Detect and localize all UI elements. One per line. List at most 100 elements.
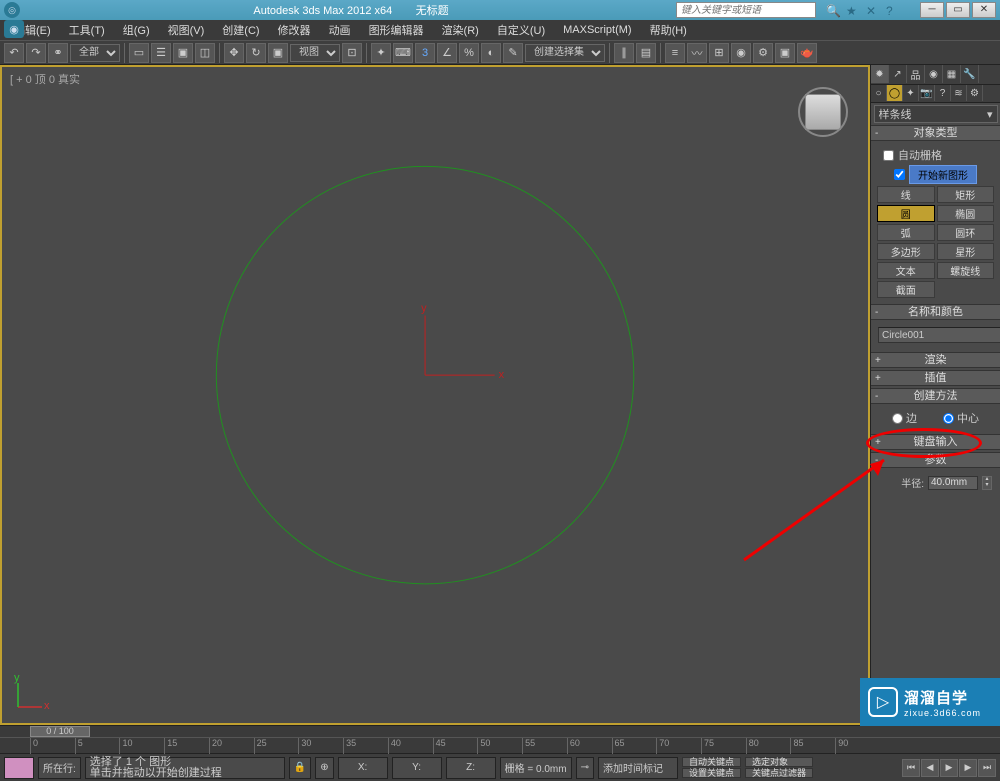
schematic-button[interactable]: ⊞ — [709, 43, 729, 63]
btn-section[interactable]: 截面 — [877, 281, 935, 298]
named-selection-dropdown[interactable]: 创建选择集 — [525, 44, 605, 62]
sub-icon[interactable]: ★ — [846, 4, 858, 16]
application-menu-button[interactable]: ◉ — [4, 20, 24, 38]
selection-filter-dropdown[interactable]: 全部 — [70, 44, 120, 62]
spinner-snap-button[interactable]: ◐ — [481, 43, 501, 63]
render-setup-button[interactable]: ⚙ — [753, 43, 773, 63]
menu-graph-editors[interactable]: 图形编辑器 — [361, 20, 432, 40]
render-button[interactable]: 🫖 — [797, 43, 817, 63]
track-bar[interactable]: 051015202530354045505560657075808590 — [0, 737, 1000, 753]
autokey-button[interactable]: 自动关键点 — [682, 757, 741, 767]
radio-edge[interactable] — [892, 413, 903, 424]
rollout-creation-method[interactable]: -创建方法 — [871, 388, 1000, 404]
edit-named-sel-button[interactable]: ✎ — [503, 43, 523, 63]
select-region-button[interactable]: ▣ — [173, 43, 193, 63]
menu-rendering[interactable]: 渲染(R) — [434, 20, 487, 40]
help-search-input[interactable] — [676, 2, 816, 18]
rollout-name-color[interactable]: -名称和颜色 — [871, 304, 1000, 320]
percent-snap-button[interactable]: % — [459, 43, 479, 63]
menu-create[interactable]: 创建(C) — [214, 20, 267, 40]
rollout-interpolation[interactable]: +插值 — [871, 370, 1000, 386]
window-crossing-button[interactable]: ◫ — [195, 43, 215, 63]
menu-views[interactable]: 视图(V) — [160, 20, 213, 40]
menu-animation[interactable]: 动画 — [321, 20, 359, 40]
layers-button[interactable]: ≡ — [665, 43, 685, 63]
curve-editor-button[interactable]: 〰 — [687, 43, 707, 63]
tab-display[interactable]: ▦ — [943, 65, 961, 83]
time-slider[interactable]: 0 / 100 — [0, 725, 1000, 737]
rendered-frame-button[interactable]: ▣ — [775, 43, 795, 63]
btn-circle[interactable]: 圆 — [877, 205, 935, 222]
menu-maxscript[interactable]: MAXScript(M) — [555, 22, 639, 38]
cat-cameras[interactable]: 📷 — [919, 85, 935, 101]
menu-help[interactable]: 帮助(H) — [642, 20, 695, 40]
time-slider-thumb[interactable]: 0 / 100 — [30, 726, 90, 737]
pivot-button[interactable]: ⊡ — [342, 43, 362, 63]
angle-snap-button[interactable]: ∠ — [437, 43, 457, 63]
radius-spinner[interactable]: ▴▾ — [982, 476, 992, 490]
rollout-render[interactable]: +渲染 — [871, 352, 1000, 368]
key-filters-sel[interactable]: 选定对象 — [745, 757, 813, 767]
manipulate-button[interactable]: ✦ — [371, 43, 391, 63]
select-name-button[interactable]: ☰ — [151, 43, 171, 63]
tab-hierarchy[interactable]: 品 — [907, 65, 925, 83]
start-new-shape-checkbox[interactable] — [894, 169, 905, 180]
subcategory-dropdown[interactable]: 样条线 ▾ — [874, 105, 998, 123]
align-button[interactable]: ▤ — [636, 43, 656, 63]
close-button[interactable]: ✕ — [972, 2, 996, 18]
viewport-label[interactable]: [ + 0 顶 0 真实 — [10, 71, 80, 87]
btn-star[interactable]: 星形 — [937, 243, 995, 260]
cat-lights[interactable]: ✦ — [903, 85, 919, 101]
tab-create[interactable]: ✹ — [871, 65, 889, 83]
radius-input[interactable] — [928, 476, 978, 490]
menu-modifiers[interactable]: 修改器 — [270, 20, 319, 40]
tab-modify[interactable]: ↗ — [889, 65, 907, 83]
btn-ellipse[interactable]: 椭圆 — [937, 205, 995, 222]
object-name-input[interactable] — [878, 327, 1000, 343]
btn-text[interactable]: 文本 — [877, 262, 935, 279]
cat-geometry[interactable]: ○ — [871, 85, 887, 101]
rollout-parameters[interactable]: -参数 — [871, 452, 1000, 468]
exchange-icon[interactable]: ✕ — [866, 4, 878, 16]
btn-ngon[interactable]: 多边形 — [877, 243, 935, 260]
key-filters-button[interactable]: 关键点过滤器 — [745, 768, 813, 778]
setkey-button[interactable]: 设置关键点 — [682, 768, 741, 778]
radio-edge-label[interactable]: 边 — [892, 410, 917, 426]
cat-spacewarps[interactable]: ≋ — [951, 85, 967, 101]
rollout-object-type[interactable]: -对象类型 — [871, 125, 1000, 141]
undo-button[interactable]: ↶ — [4, 43, 24, 63]
tab-utilities[interactable]: 🔧 — [961, 65, 979, 83]
cat-systems[interactable]: ⚙ — [967, 85, 983, 101]
rotate-button[interactable]: ↻ — [246, 43, 266, 63]
keyboard-shortcut-button[interactable]: ⌨ — [393, 43, 413, 63]
search-icon[interactable]: 🔍 — [826, 4, 838, 16]
menu-customize[interactable]: 自定义(U) — [489, 20, 553, 40]
btn-rectangle[interactable]: 矩形 — [937, 186, 995, 203]
maximize-button[interactable]: ▭ — [946, 2, 970, 18]
material-editor-button[interactable]: ◉ — [731, 43, 751, 63]
radio-center-label[interactable]: 中心 — [943, 410, 979, 426]
help-icon[interactable]: ? — [886, 4, 898, 16]
mirror-button[interactable]: ∥ — [614, 43, 634, 63]
cat-shapes[interactable]: ◯ — [887, 85, 903, 101]
select-object-button[interactable]: ▭ — [129, 43, 149, 63]
snap-toggle-button[interactable]: 3 — [415, 43, 435, 63]
viewcube[interactable] — [798, 87, 848, 137]
move-button[interactable]: ✥ — [224, 43, 244, 63]
btn-line[interactable]: 线 — [877, 186, 935, 203]
link-button[interactable]: ⚭ — [48, 43, 68, 63]
minimize-button[interactable]: ─ — [920, 2, 944, 18]
scale-button[interactable]: ▣ — [268, 43, 288, 63]
tab-motion[interactable]: ◉ — [925, 65, 943, 83]
btn-arc[interactable]: 弧 — [877, 224, 935, 241]
btn-helix[interactable]: 螺旋线 — [937, 262, 995, 279]
btn-donut[interactable]: 圆环 — [937, 224, 995, 241]
start-new-shape-button[interactable]: 开始新图形 — [909, 165, 977, 184]
autogrid-checkbox[interactable] — [883, 150, 894, 161]
redo-button[interactable]: ↷ — [26, 43, 46, 63]
viewport-top[interactable]: [ + 0 顶 0 真实 x y x y — [0, 65, 870, 725]
rollout-keyboard-entry[interactable]: +键盘输入 — [871, 434, 1000, 450]
cat-helpers[interactable]: ? — [935, 85, 951, 101]
menu-tools[interactable]: 工具(T) — [61, 20, 113, 40]
radio-center[interactable] — [943, 413, 954, 424]
